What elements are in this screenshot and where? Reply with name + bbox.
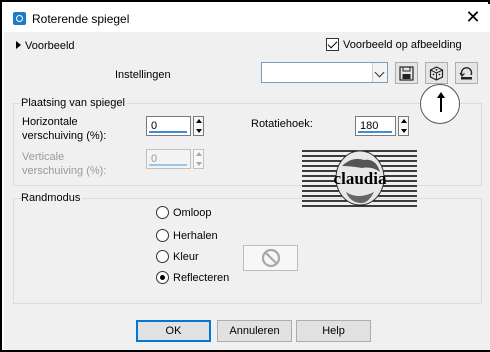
edge-mode-color-label: Kleur — [173, 250, 199, 263]
horizontal-offset-slider[interactable] — [149, 131, 187, 133]
rotation-angle-label: Rotatiehoek: — [251, 118, 313, 130]
claudia-logo-icon: claudia — [302, 150, 417, 207]
horizontal-offset-label-line2: verschuiving (%): — [22, 130, 107, 142]
close-button[interactable]: ✕ — [464, 8, 482, 27]
preview-toggle[interactable]: Voorbeeld — [16, 40, 75, 52]
rotation-angle-input[interactable]: 180 — [355, 116, 396, 136]
edge-mode-option-repeat[interactable]: Herhalen — [156, 229, 218, 242]
edge-mode-reflect-label: Reflecteren — [173, 271, 230, 284]
checkbox-checked-icon[interactable] — [326, 38, 339, 51]
radio-unchecked-icon[interactable] — [156, 250, 169, 263]
rotation-angle-stepper[interactable] — [398, 116, 409, 136]
dial-needle-icon — [437, 92, 445, 112]
radio-unchecked-icon[interactable] — [156, 206, 169, 219]
vertical-offset-slider — [149, 164, 187, 166]
horizontal-offset-stepper[interactable] — [193, 116, 204, 136]
placement-group-title: Plaatsing van spiegel — [21, 97, 127, 109]
edge-mode-group-title: Randmodus — [21, 192, 83, 204]
cancel-button[interactable]: Annuleren — [217, 320, 292, 342]
preview-on-image-checkbox[interactable]: Voorbeeld op afbeelding — [326, 38, 462, 51]
settings-dropdown[interactable] — [261, 62, 388, 83]
radio-unchecked-icon[interactable] — [156, 229, 169, 242]
preview-toggle-label: Voorbeeld — [25, 40, 75, 52]
save-icon — [399, 65, 414, 81]
edge-mode-option-color[interactable]: Kleur — [156, 250, 199, 263]
dice-icon — [429, 65, 444, 81]
preview-on-image-label: Voorbeeld op afbeelding — [343, 38, 462, 51]
horizontal-offset-input[interactable]: 0 — [146, 116, 191, 136]
ok-button[interactable]: OK — [136, 320, 211, 342]
edge-mode-wrap-label: Omloop — [173, 206, 212, 219]
expand-arrow-icon — [16, 41, 21, 49]
title-bar[interactable]: Roterende spiegel ✕ — [4, 4, 490, 32]
horizontal-offset-label-line1: Horizontale — [22, 116, 78, 128]
randomize-button[interactable] — [425, 62, 448, 84]
radio-checked-icon[interactable] — [156, 271, 169, 284]
rotation-angle-slider[interactable] — [358, 131, 392, 133]
watermark-logo: claudia — [302, 148, 417, 208]
save-preset-button[interactable] — [395, 62, 418, 84]
edge-mode-option-wrap[interactable]: Omloop — [156, 206, 212, 219]
edge-mode-repeat-label: Herhalen — [173, 229, 218, 242]
help-button[interactable]: Help — [296, 320, 371, 342]
app-icon — [13, 12, 26, 25]
reset-icon — [459, 66, 473, 79]
edge-mode-option-reflect[interactable]: Reflecteren — [156, 271, 229, 284]
vertical-offset-stepper — [193, 149, 204, 169]
dialog-window: Roterende spiegel ✕ Voorbeeld Voorbeeld … — [0, 0, 490, 352]
chevron-down-icon[interactable] — [372, 63, 387, 82]
vertical-offset-input: 0 — [146, 149, 191, 169]
reset-button[interactable] — [455, 62, 478, 84]
vertical-offset-label-line1: Verticale — [22, 151, 65, 163]
dialog-body: Voorbeeld Voorbeeld op afbeelding Instel… — [4, 32, 490, 350]
edge-color-swatch — [243, 245, 298, 271]
window-title: Roterende spiegel — [32, 12, 130, 26]
rotation-dial[interactable] — [420, 84, 460, 124]
settings-label: Instellingen — [115, 69, 171, 81]
svg-text:claudia: claudia — [334, 169, 387, 188]
disabled-icon — [261, 248, 280, 268]
vertical-offset-label-line2: verschuiving (%): — [22, 165, 107, 177]
